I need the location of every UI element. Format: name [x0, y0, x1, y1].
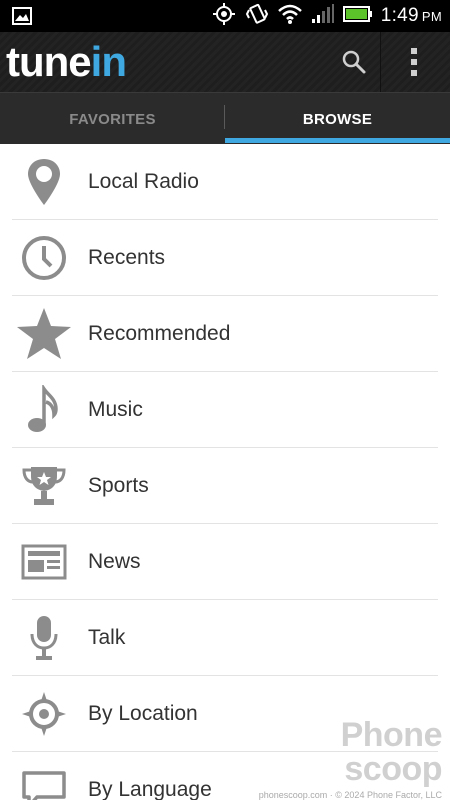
clock-icon [14, 228, 74, 288]
list-item-local-radio[interactable]: Local Radio [0, 144, 450, 220]
overflow-menu-icon[interactable] [396, 42, 432, 82]
list-item-label: By Location [88, 702, 198, 725]
trophy-icon [14, 456, 74, 516]
list-item-label: By Language [88, 778, 212, 800]
action-bar: tunein [0, 32, 450, 92]
tunein-logo: tunein [6, 38, 127, 85]
tab-bar: FAVORITES BROWSE [0, 92, 450, 144]
watermark: Phone scoop phonescoop.com · © 2024 Phon… [258, 716, 443, 800]
list-item-sports[interactable]: Sports [0, 448, 450, 524]
browse-list: Local Radio Recents Recommended Music Sp… [0, 144, 450, 800]
list-item-recommended[interactable]: Recommended [0, 296, 450, 372]
watermark-line1: Phone [340, 716, 443, 754]
wifi-icon [277, 3, 303, 30]
music-note-icon [14, 380, 74, 440]
star-icon [14, 304, 74, 364]
list-item-label: Talk [88, 626, 126, 649]
list-item-music[interactable]: Music [0, 372, 450, 448]
list-item-talk[interactable]: Talk [0, 600, 450, 676]
list-item-label: News [88, 550, 141, 573]
list-item-label: Music [88, 398, 143, 421]
gps-icon [211, 2, 237, 31]
status-bar: 1:49 PM [0, 0, 450, 32]
tab-favorites[interactable]: FAVORITES [0, 93, 225, 145]
compass-icon [14, 684, 74, 744]
list-item-label: Local Radio [88, 170, 199, 193]
watermark-line2: scoop [344, 750, 442, 788]
clock-time: 1:49 PM [380, 5, 442, 26]
list-item-recents[interactable]: Recents [0, 220, 450, 296]
watermark-credit: phonescoop.com · © 2024 Phone Factor, LL… [258, 790, 442, 800]
list-item-news[interactable]: News [0, 524, 450, 600]
action-bar-divider [380, 32, 381, 92]
search-icon[interactable] [334, 44, 374, 80]
list-item-label: Recommended [88, 322, 231, 345]
list-item-label: Sports [88, 474, 149, 497]
battery-icon [342, 5, 373, 28]
location-pin-icon [14, 152, 74, 212]
tab-selected-indicator [225, 138, 450, 143]
image-icon [12, 7, 32, 30]
signal-icon [311, 3, 335, 29]
speech-bubble-icon [14, 760, 74, 800]
newspaper-icon [14, 532, 74, 592]
vibrate-icon [245, 2, 269, 31]
microphone-icon [14, 608, 74, 668]
list-item-label: Recents [88, 246, 166, 269]
